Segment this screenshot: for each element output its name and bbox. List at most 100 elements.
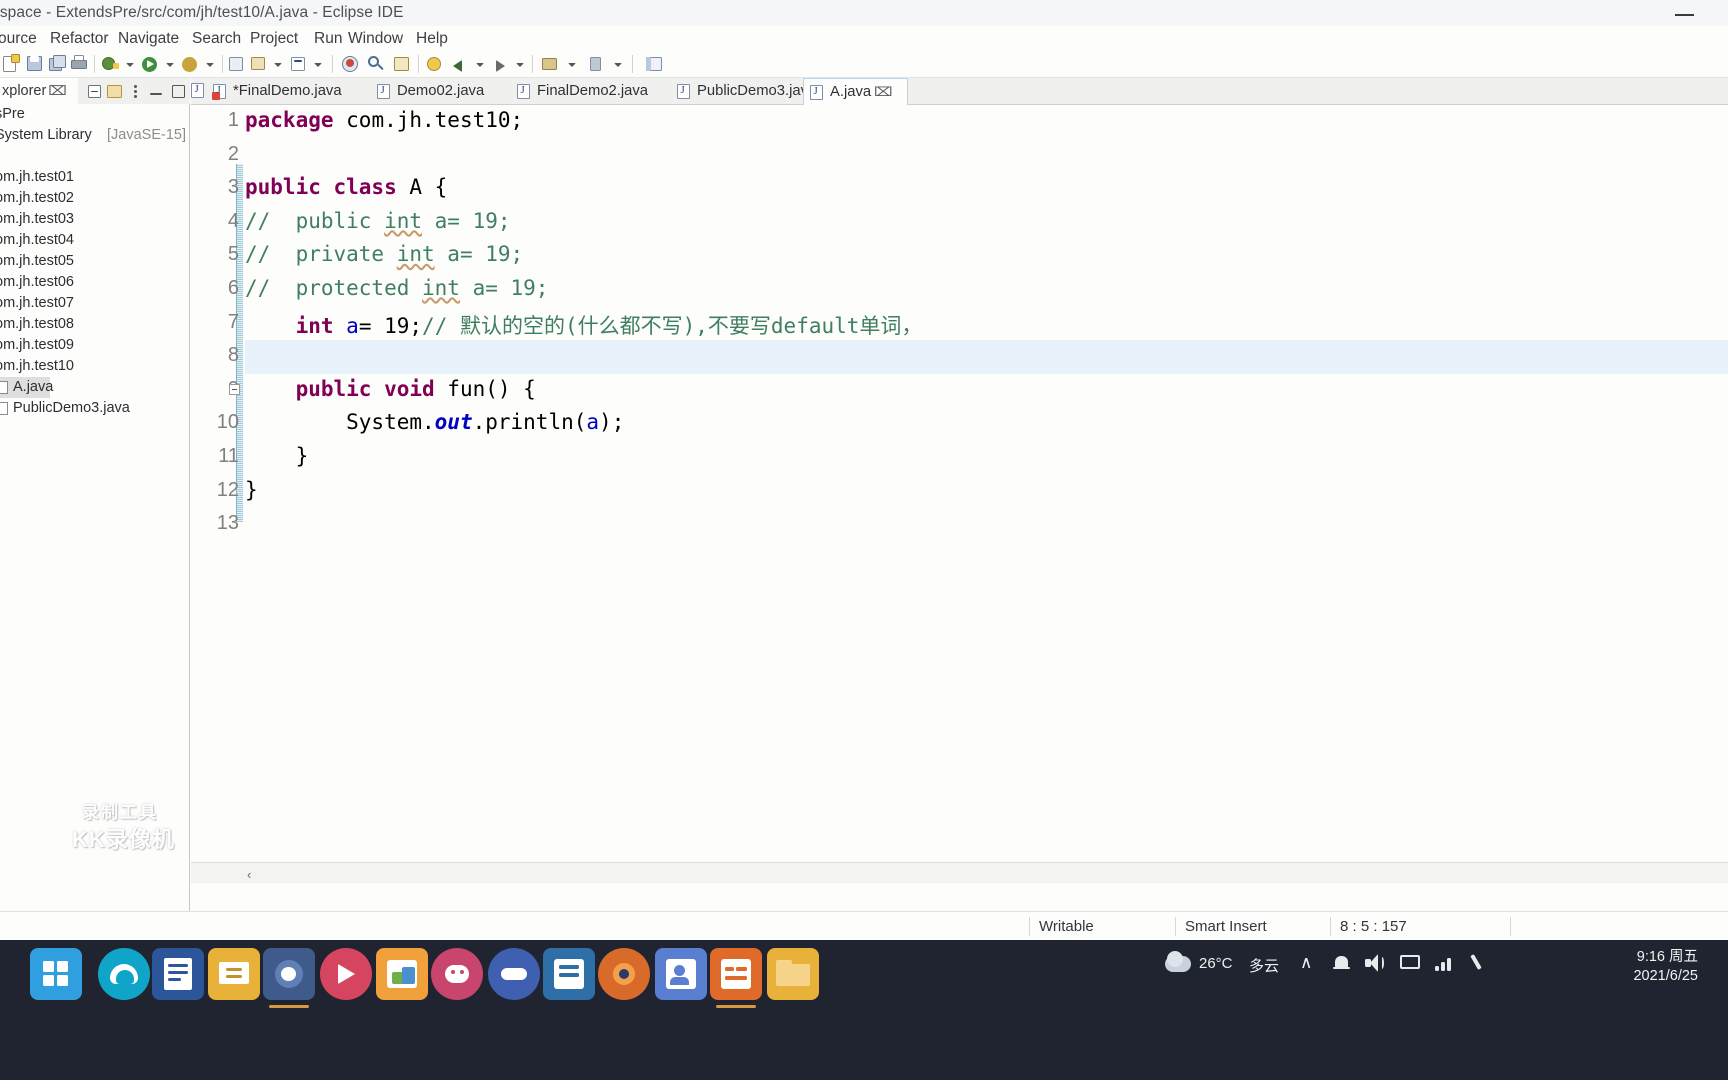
volume-icon[interactable]	[1362, 940, 1388, 1000]
tree-item-package-test07[interactable]: om.jh.test07	[0, 293, 190, 314]
contacts-icon[interactable]	[655, 948, 707, 1000]
tree-item-package-test01[interactable]: om.jh.test01	[0, 167, 190, 188]
collapse-all-icon[interactable]	[86, 83, 104, 100]
tree-item-package-test08[interactable]: om.jh.test08	[0, 314, 190, 335]
minimize-panel-icon[interactable]	[148, 83, 166, 100]
navigate-forward-icon[interactable]	[490, 54, 512, 75]
tree-item-package-test03[interactable]: om.jh.test03	[0, 209, 190, 230]
browser-alt-icon[interactable]	[488, 948, 540, 1000]
code-editor[interactable]: 1 package com.jh.test10; 2 3 public clas…	[191, 105, 1728, 883]
pin-dropdown-icon[interactable]	[612, 54, 624, 75]
media-player-icon[interactable]	[320, 948, 372, 1000]
file-transfer-icon[interactable]	[208, 948, 260, 1000]
navigate-back-dropdown-icon[interactable]	[474, 54, 486, 75]
menu-item-window[interactable]: Window	[344, 29, 407, 49]
new-java-project-icon[interactable]	[228, 54, 248, 75]
navigate-forward-dropdown-icon[interactable]	[514, 54, 526, 75]
external-tools-dropdown-icon[interactable]	[566, 54, 578, 75]
editor-tab-demo02[interactable]: Demo02.java	[371, 78, 511, 105]
v2-app-active-icon[interactable]	[710, 948, 762, 1008]
run-dropdown-icon[interactable]	[164, 54, 176, 75]
tree-item-package-test09[interactable]: om.jh.test09	[0, 335, 190, 356]
menu-item-help[interactable]: Help	[412, 29, 452, 49]
line-content: }	[245, 443, 309, 468]
taskbar-clock[interactable]: 9:16 周五 2021/6/25	[1633, 948, 1698, 986]
tree-item-label: om.jh.test03	[0, 211, 74, 227]
v2-editor-icon[interactable]	[543, 948, 595, 1000]
new-java-dropdown-icon[interactable]	[272, 54, 284, 75]
open-type-icon[interactable]	[340, 54, 362, 75]
run-icon[interactable]	[140, 54, 162, 75]
debug-dropdown-icon[interactable]	[124, 54, 136, 75]
menu-item-project[interactable]: Project	[246, 29, 302, 49]
editor-tab-finaldemo[interactable]: *FinalDemo.java	[207, 78, 369, 105]
save-icon[interactable]	[26, 54, 46, 75]
save-all-icon[interactable]	[48, 54, 68, 75]
menu-item-refactor[interactable]: Refactor	[46, 29, 113, 49]
tree-item-file-a-java[interactable]: A.java	[0, 377, 190, 398]
tree-item-package-test05[interactable]: om.jh.test05	[0, 251, 190, 272]
view-menu-icon[interactable]	[128, 83, 146, 100]
bell-icon[interactable]	[1330, 940, 1354, 1000]
maximize-panel-icon[interactable]	[170, 83, 188, 100]
photos-icon[interactable]	[376, 948, 428, 1000]
tree-item-project[interactable]: sPre	[0, 104, 190, 125]
tree-item-library[interactable]: System Library [JavaSE-15]	[0, 125, 190, 146]
debug-icon[interactable]	[100, 54, 122, 75]
minimize-button[interactable]	[1667, 3, 1703, 23]
print-icon[interactable]	[70, 54, 90, 75]
tree-item-package-test02[interactable]: om.jh.test02	[0, 188, 190, 209]
code-line-current: 8	[191, 340, 1728, 374]
line-number: 5	[227, 243, 239, 266]
file-explorer-icon[interactable]	[767, 948, 819, 1000]
last-edit-location-icon[interactable]	[426, 54, 446, 75]
coverage-icon[interactable]	[180, 54, 202, 75]
main-toolbar	[0, 51, 1728, 78]
tree-item-file-publicdemo3-java[interactable]: PublicDemo3.java	[0, 398, 190, 419]
editor-tab-close-icon[interactable]: ⌧	[874, 84, 893, 99]
search-icon[interactable]	[366, 54, 388, 75]
new-class-icon[interactable]	[290, 54, 310, 75]
tree-item-package-test06[interactable]: om.jh.test06	[0, 272, 190, 293]
menu-item-navigate[interactable]: Navigate	[114, 29, 183, 49]
edge-browser-icon[interactable]	[98, 948, 150, 1000]
tab-package-explorer[interactable]: xplorer ⌧	[0, 78, 78, 104]
scroll-left-icon[interactable]: ‹	[247, 867, 251, 882]
clock-date: 2021/6/25	[1633, 968, 1698, 984]
tree-item-package-test04[interactable]: om.jh.test04	[0, 230, 190, 251]
java-file-icon	[677, 84, 690, 99]
line-content: }	[245, 477, 258, 502]
menu-item-source[interactable]: ource	[0, 29, 41, 49]
eclipse-ide-icon[interactable]	[263, 948, 315, 1008]
editor-tab-a-java[interactable]: A.java⌧	[803, 78, 908, 105]
firefox-icon[interactable]	[598, 948, 650, 1000]
pen-icon[interactable]	[1468, 940, 1494, 1000]
coverage-dropdown-icon[interactable]	[204, 54, 216, 75]
word-icon[interactable]	[152, 948, 204, 1000]
new-java-package-icon[interactable]	[250, 54, 270, 75]
windows-start-icon[interactable]	[30, 948, 82, 1000]
tree-item-package-test10[interactable]: om.jh.test10	[0, 356, 190, 377]
menu-item-run[interactable]: Run	[310, 29, 346, 49]
explorer-tab-close-icon[interactable]: ⌧	[48, 83, 67, 99]
fold-collapse-icon[interactable]	[229, 383, 240, 395]
menu-item-search[interactable]: Search	[188, 29, 245, 49]
editor-tab-label: A.java	[830, 84, 872, 100]
open-perspective-icon[interactable]	[644, 54, 666, 75]
line-number: 3	[227, 176, 239, 199]
editor-tab-label: PublicDemo3.java	[697, 83, 817, 99]
new-wizard-icon[interactable]	[2, 54, 22, 75]
pin-editor-icon[interactable]	[586, 54, 608, 75]
network-icon[interactable]	[1432, 940, 1458, 1000]
external-tools-icon[interactable]	[540, 54, 562, 75]
open-task-icon[interactable]	[392, 54, 414, 75]
chat-app-icon[interactable]	[431, 948, 483, 1000]
editor-tab-finaldemo2[interactable]: FinalDemo2.java	[511, 78, 671, 105]
new-class-dropdown-icon[interactable]	[312, 54, 324, 75]
navigate-back-icon[interactable]	[450, 54, 472, 75]
editor-tab-label: *FinalDemo.java	[233, 83, 342, 99]
display-icon[interactable]	[1398, 940, 1424, 1000]
link-with-editor-icon[interactable]	[106, 83, 124, 100]
horizontal-scrollbar[interactable]: ‹	[191, 862, 1728, 883]
java-file-error-icon	[212, 84, 226, 100]
